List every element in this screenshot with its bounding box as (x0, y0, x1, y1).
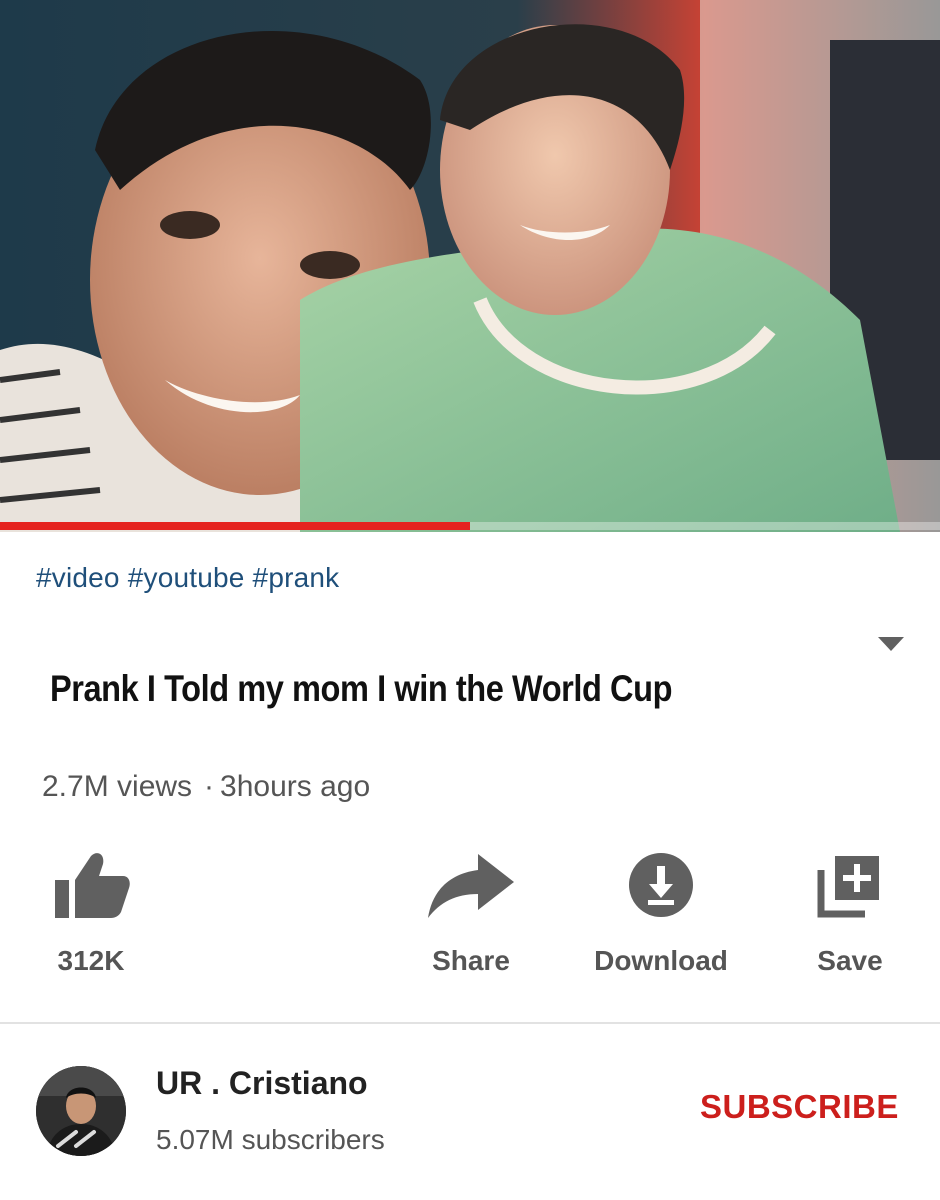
thumbs-up-icon (55, 853, 130, 918)
channel-name[interactable]: UR . Cristiano (156, 1065, 368, 1102)
subscribe-button[interactable]: SUBSCRIBE (700, 1088, 899, 1126)
video-thumbnail (0, 0, 940, 532)
hashtag-link[interactable]: #youtube (128, 562, 245, 593)
save-button[interactable]: Save (765, 845, 935, 977)
view-count: 2.7M views (42, 770, 193, 803)
upload-age: 3hours ago (220, 770, 371, 803)
download-button[interactable]: Download (576, 845, 746, 977)
channel-avatar[interactable] (36, 1066, 126, 1156)
video-player[interactable] (0, 0, 940, 532)
share-arrow-icon (428, 854, 514, 918)
download-label: Download (594, 945, 728, 976)
video-meta: 2.7M views · 3hours ago (42, 770, 370, 804)
hashtag-link[interactable]: #prank (253, 562, 340, 593)
meta-separator: · (204, 770, 215, 803)
video-title: Prank I Told my mom I win the World Cup (50, 668, 673, 709)
hashtag-link[interactable]: #video (36, 562, 120, 593)
playlist-add-icon (817, 856, 879, 918)
chevron-down-icon[interactable] (876, 635, 906, 653)
share-label: Share (432, 945, 510, 976)
save-label: Save (817, 945, 883, 976)
hashtags: #video #youtube #prank (36, 562, 347, 594)
video-progress-fill (0, 522, 470, 530)
like-button[interactable]: 312K (6, 845, 176, 977)
like-count: 312K (57, 945, 125, 976)
download-icon (629, 853, 693, 917)
divider (0, 1022, 940, 1024)
share-button[interactable]: Share (386, 845, 556, 977)
avatar-image (36, 1066, 126, 1156)
video-progress-track[interactable] (0, 522, 940, 530)
subscriber-count: 5.07M subscribers (156, 1124, 385, 1155)
